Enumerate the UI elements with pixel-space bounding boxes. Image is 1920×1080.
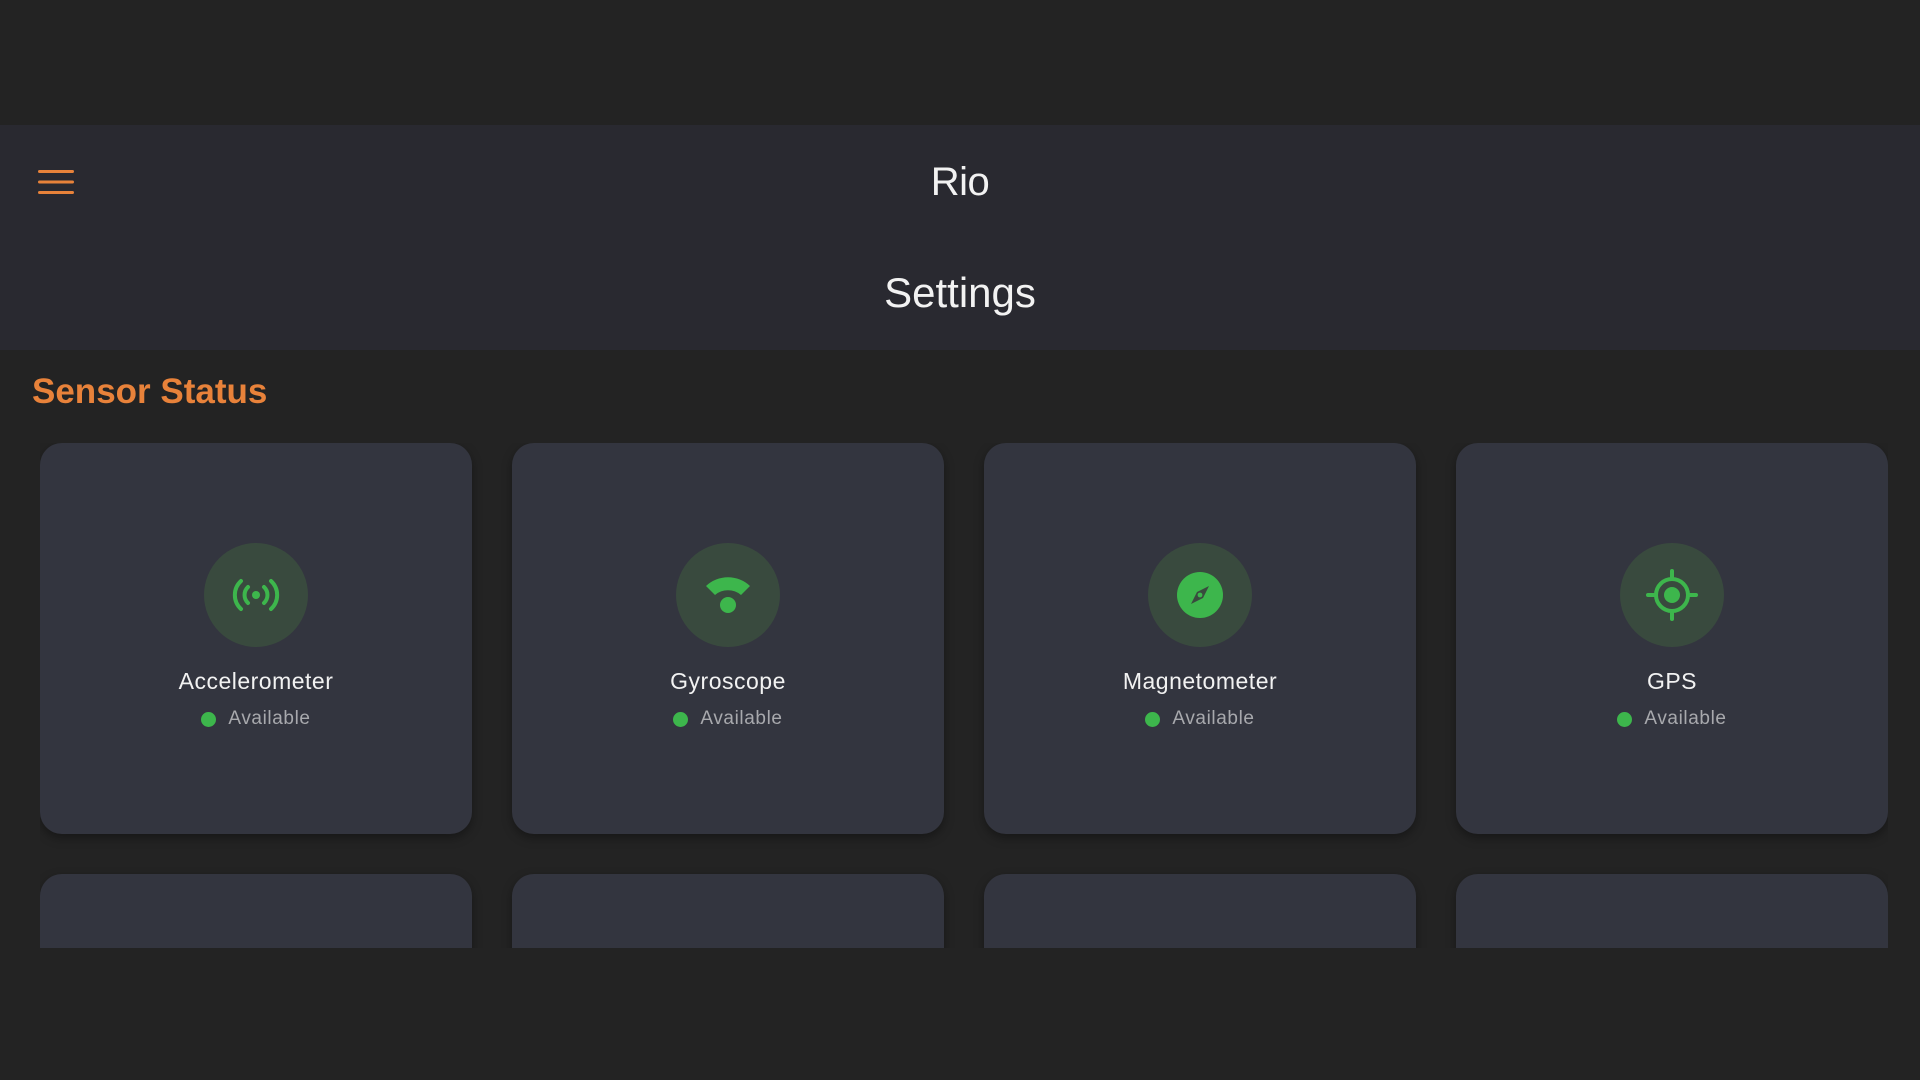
sensor-card-gyroscope[interactable]: Gyroscope Available bbox=[512, 443, 944, 834]
sensor-name: Gyroscope bbox=[670, 668, 786, 694]
sensor-card-placeholder[interactable] bbox=[1456, 874, 1888, 948]
sensor-name: Magnetometer bbox=[1122, 668, 1278, 694]
sensor-status-label: Available bbox=[1172, 708, 1255, 729]
gps-fixed-icon bbox=[1646, 569, 1698, 621]
sensor-card-magnetometer[interactable]: Magnetometer Available bbox=[984, 443, 1416, 834]
app-title: Rio bbox=[930, 160, 990, 204]
section-title-sensor-status: Sensor Status bbox=[32, 372, 268, 411]
sensor-card-placeholder[interactable] bbox=[984, 874, 1416, 948]
status-dot-icon bbox=[1617, 711, 1633, 727]
sensor-icon-badge bbox=[1148, 543, 1252, 647]
sensor-name: Accelerometer bbox=[178, 668, 334, 694]
sensor-status-label: Available bbox=[1644, 708, 1727, 729]
sensor-card-placeholder[interactable] bbox=[40, 874, 472, 948]
page-title: Settings bbox=[884, 269, 1036, 316]
gyroscope-icon bbox=[706, 577, 750, 613]
status-dot-icon bbox=[201, 711, 217, 727]
sensor-status: Available bbox=[984, 706, 1416, 732]
sensor-card-gps[interactable]: GPS Available bbox=[1456, 443, 1888, 834]
status-dot-icon bbox=[1145, 711, 1161, 727]
compass-icon bbox=[1177, 572, 1223, 618]
sensor-name: GPS bbox=[1646, 668, 1698, 694]
sensor-card-accelerometer[interactable]: Accelerometer Available bbox=[40, 443, 472, 834]
sensor-card-placeholder[interactable] bbox=[512, 874, 944, 948]
sensor-status-label: Available bbox=[700, 708, 783, 729]
sensor-status: Available bbox=[512, 706, 944, 732]
sensors-icon bbox=[232, 579, 280, 611]
sensor-icon-badge bbox=[1620, 543, 1724, 647]
status-dot-icon bbox=[673, 711, 689, 727]
sensor-status-label: Available bbox=[228, 708, 311, 729]
sensor-status: Available bbox=[40, 706, 472, 732]
sensor-icon-badge bbox=[204, 543, 308, 647]
top-status-area bbox=[0, 0, 1920, 125]
sensor-grid: Accelerometer Available Gyroscope Availa… bbox=[40, 443, 1888, 948]
sensor-icon-badge bbox=[676, 543, 780, 647]
sensor-status: Available bbox=[1456, 706, 1888, 732]
